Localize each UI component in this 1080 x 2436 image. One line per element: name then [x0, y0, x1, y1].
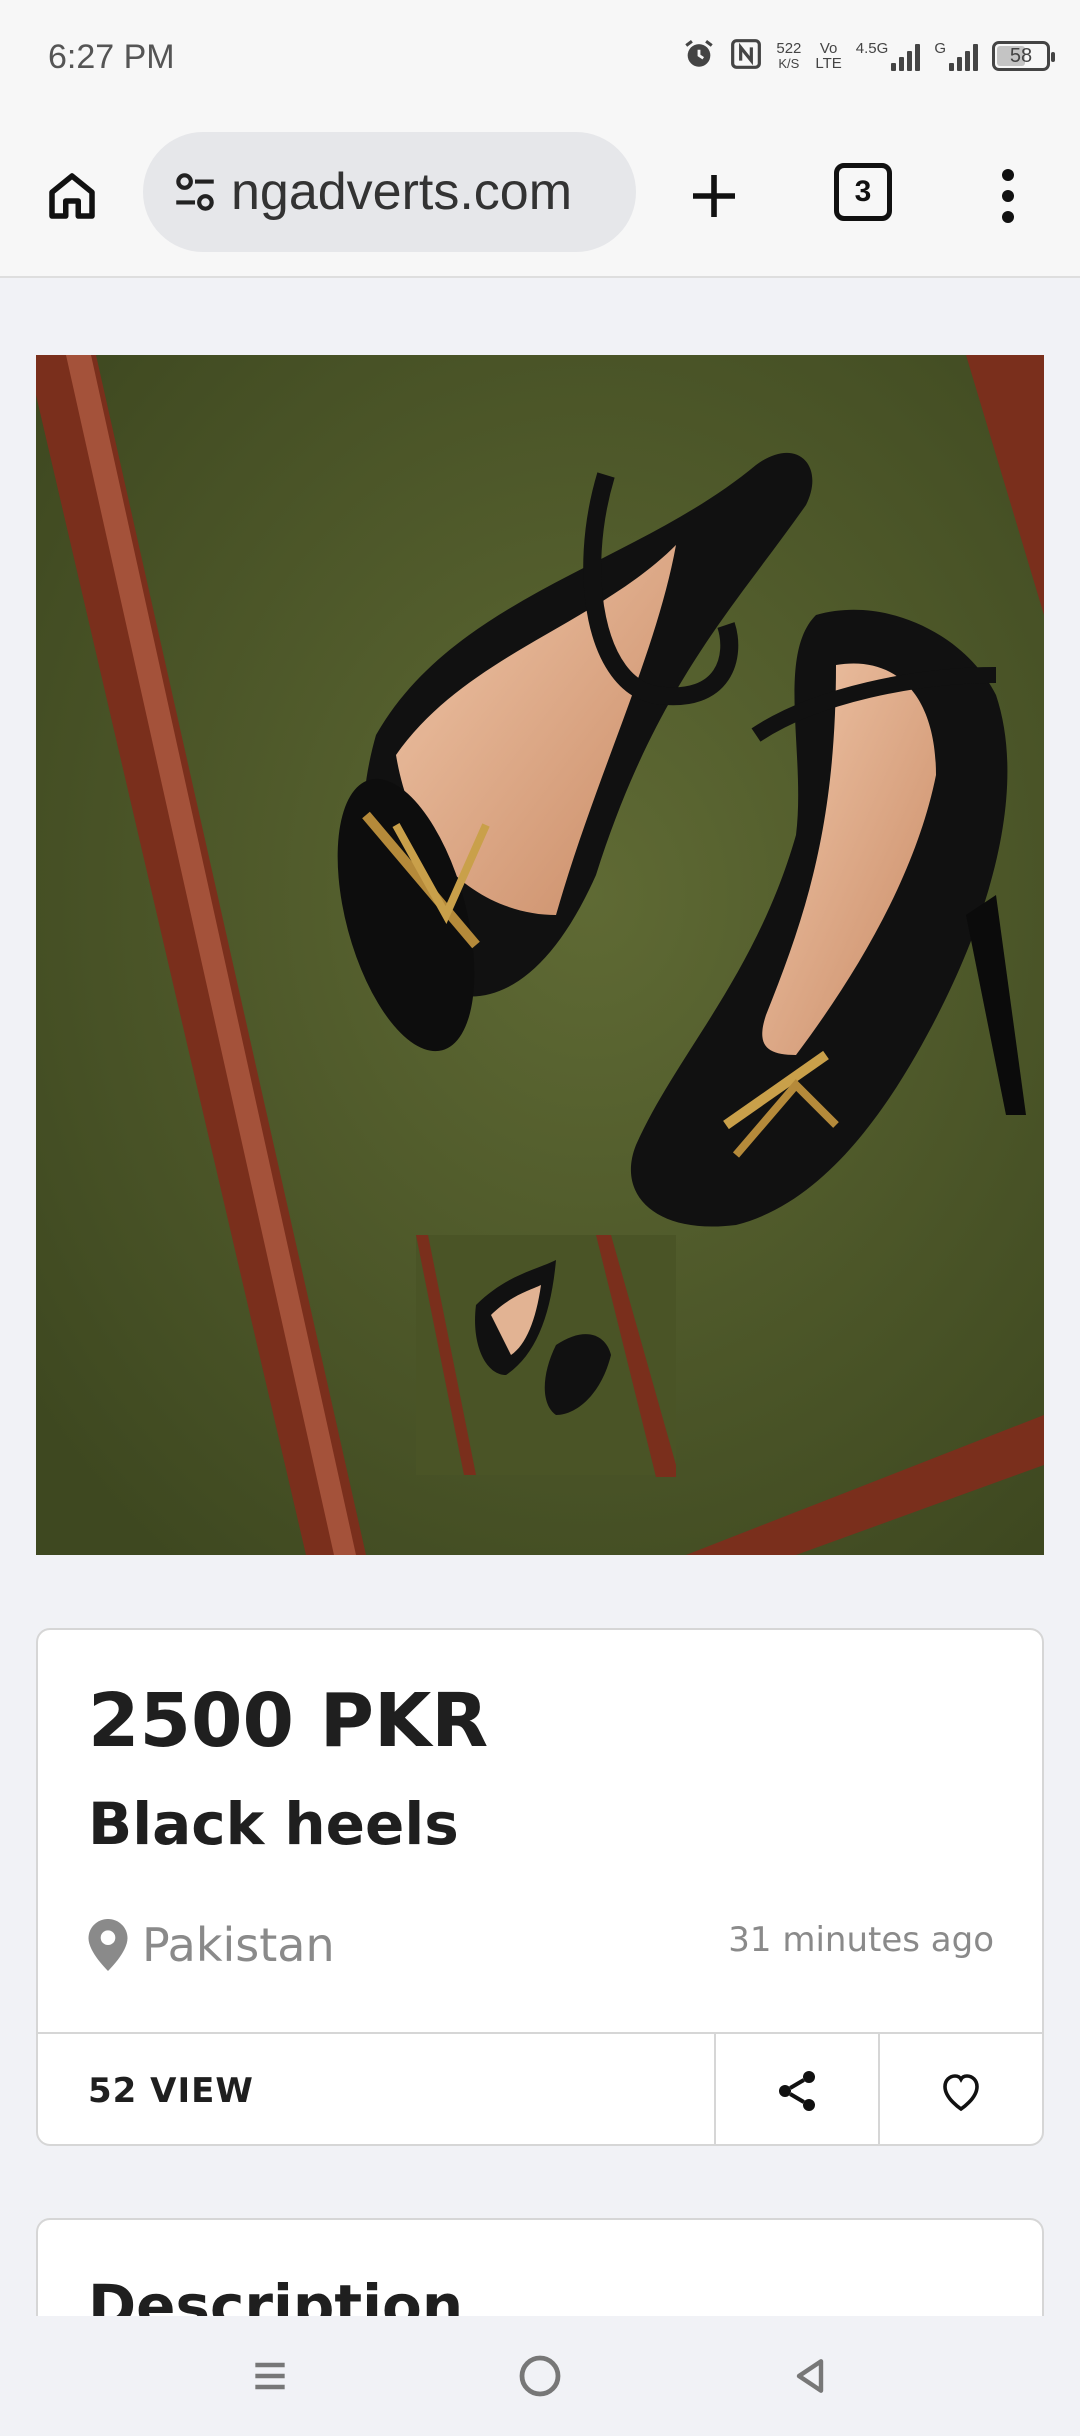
net-speed-value: 522	[776, 40, 802, 57]
home-nav-button[interactable]	[510, 2346, 570, 2406]
browser-toolbar: ngadverts.com 3	[0, 118, 1080, 278]
status-icons: 522 K/S Vo LTE 4.5G G 58	[682, 36, 1055, 76]
status-time: 6:27 PM	[48, 38, 175, 76]
listing-price: 2500 PKR	[88, 1678, 489, 1764]
battery-icon: 58	[992, 41, 1055, 71]
more-menu-button[interactable]	[980, 158, 1036, 234]
view-count: 52 VIEW	[88, 2071, 254, 2111]
posted-time: 31 minutes ago	[728, 1920, 994, 1960]
signal-2-bars-icon	[949, 41, 978, 71]
share-icon	[779, 2071, 815, 2111]
circle-home-icon	[519, 2355, 561, 2397]
new-tab-button[interactable]	[676, 158, 752, 234]
net-speed-unit: K/S	[778, 56, 800, 71]
product-photo	[36, 355, 1044, 1555]
location-text: Pakistan	[142, 1918, 335, 1972]
back-button[interactable]	[780, 2346, 840, 2406]
net-speed: 522 K/S	[776, 41, 801, 71]
home-icon	[49, 173, 95, 219]
listing-actions: 52 VIEW	[38, 2032, 1042, 2144]
address-bar[interactable]: ngadverts.com	[143, 132, 636, 252]
back-triangle-icon	[796, 2359, 824, 2393]
signal-1-bars-icon	[891, 41, 921, 71]
volte-top: Vo	[819, 40, 838, 57]
signal-2-label: G	[934, 40, 946, 57]
menu-lines-icon	[255, 2362, 285, 2390]
product-image[interactable]	[36, 355, 1044, 1555]
battery-level: 58	[1009, 44, 1033, 67]
system-nav-bar	[0, 2316, 1080, 2436]
nfc-icon	[730, 38, 762, 74]
signal-1-label: 4.5G	[855, 40, 889, 57]
plus-icon	[693, 175, 735, 217]
more-vert-icon	[1002, 169, 1014, 223]
heart-icon	[943, 2074, 979, 2112]
listing-details-card: 2500 PKR Black heels Pakistan 31 minutes…	[36, 1628, 1044, 2146]
location-pin-icon	[88, 1919, 128, 1971]
listing-location: Pakistan	[88, 1918, 335, 1972]
recent-apps-button[interactable]	[240, 2346, 300, 2406]
tab-count: 3	[854, 175, 872, 208]
signal-1: 4.5G	[856, 41, 921, 71]
favorite-button[interactable]	[878, 2034, 1042, 2144]
url-text: ngadverts.com	[231, 163, 573, 221]
alarm-icon	[682, 37, 716, 75]
status-bar: 6:27 PM 522 K/S Vo LTE 4.5G G 58	[0, 0, 1080, 118]
listing-title: Black heels	[88, 1790, 459, 1858]
tab-switcher-button[interactable]: 3	[834, 163, 892, 221]
site-settings-button[interactable]	[163, 160, 227, 224]
tune-icon	[176, 173, 214, 211]
signal-2: G	[934, 41, 978, 71]
volte-indicator: Vo LTE	[815, 41, 841, 71]
share-button[interactable]	[714, 2034, 878, 2144]
home-button[interactable]	[36, 160, 108, 232]
volte-bottom: LTE	[815, 55, 842, 72]
